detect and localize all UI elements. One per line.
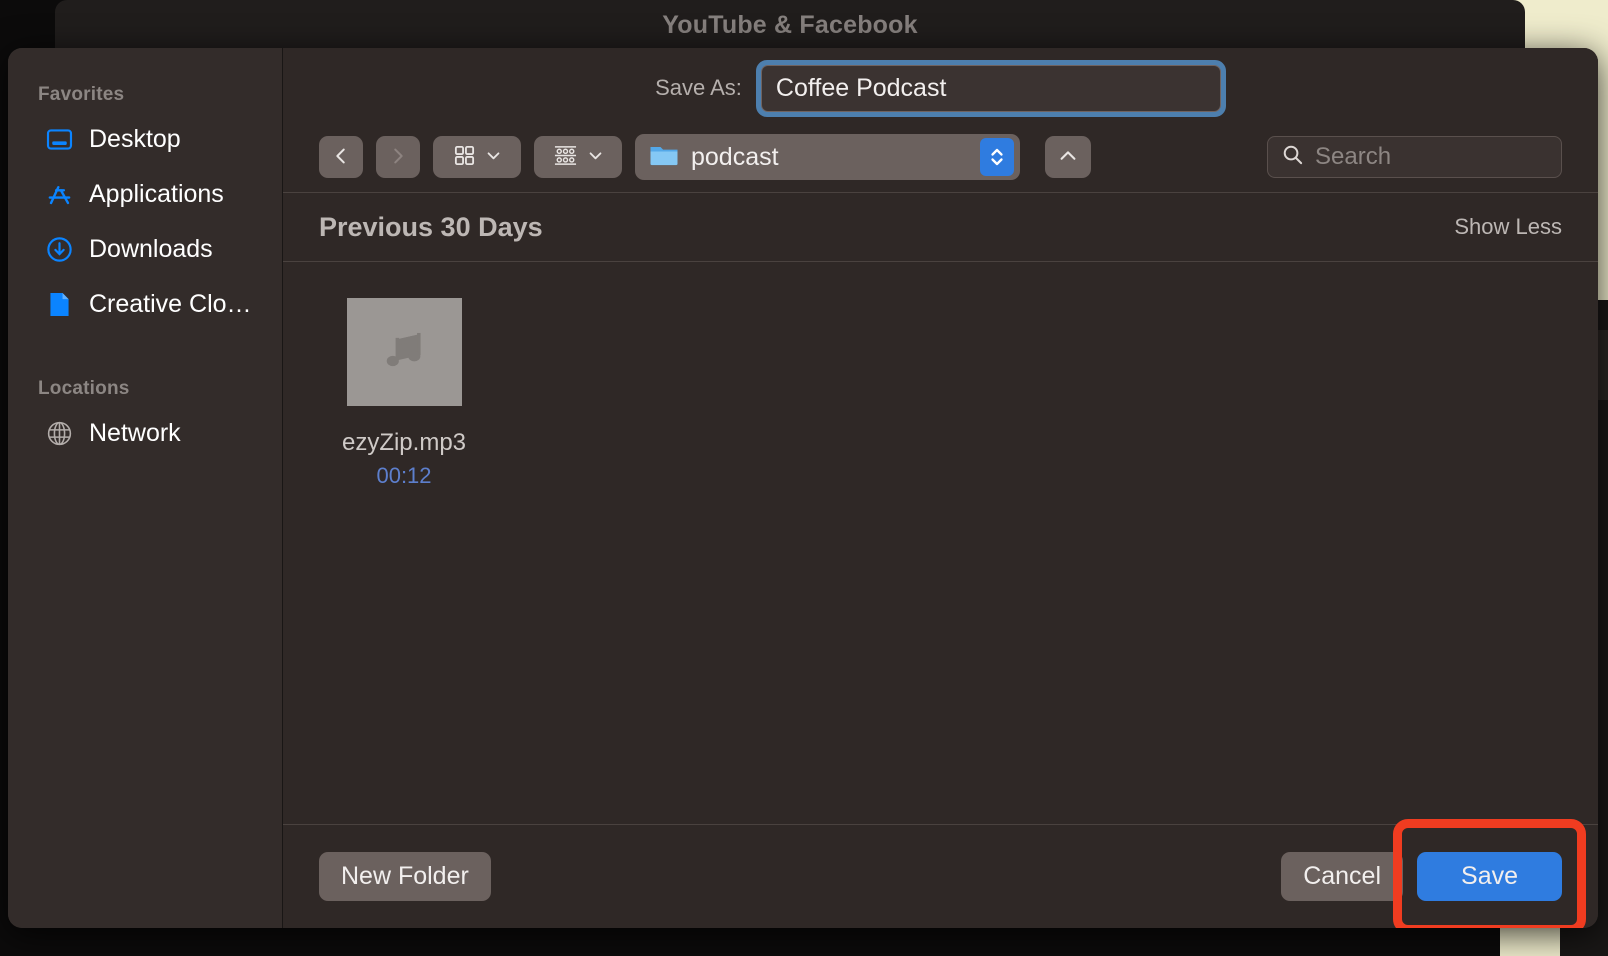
folder-icon: [649, 142, 679, 172]
dialog-main: Save As:: [283, 48, 1598, 928]
group-view-icon: [553, 144, 578, 170]
grid-view-icon: [453, 144, 476, 170]
save-button[interactable]: Save: [1417, 852, 1562, 901]
chevron-up-icon: [1057, 145, 1079, 170]
sidebar-item-applications[interactable]: Applications: [8, 167, 282, 222]
file-name: ezyZip.mp3: [319, 429, 489, 457]
desktop-icon: [44, 125, 74, 155]
document-icon: [44, 290, 74, 320]
file-duration: 00:12: [319, 463, 489, 489]
music-note-icon: [376, 322, 432, 383]
save-as-label: Save As:: [655, 75, 742, 101]
sidebar-item-label: Network: [89, 419, 181, 448]
save-button-wrapper: Save: [1417, 852, 1562, 901]
chevron-down-icon: [587, 147, 604, 167]
filename-input[interactable]: [761, 65, 1221, 112]
sidebar-item-label: Desktop: [89, 125, 181, 154]
group-header: Previous 30 Days Show Less: [283, 192, 1598, 262]
search-placeholder: Search: [1315, 143, 1391, 171]
group-title: Previous 30 Days: [319, 212, 543, 243]
filename-field-wrapper: [756, 60, 1226, 117]
globe-icon: [44, 419, 74, 449]
save-as-row: Save As:: [283, 48, 1598, 122]
cancel-button[interactable]: Cancel: [1281, 852, 1403, 901]
back-button[interactable]: [319, 136, 363, 178]
location-label: podcast: [691, 143, 968, 172]
sidebar-item-label: Applications: [89, 180, 224, 209]
sidebar-item-network[interactable]: Network: [8, 406, 282, 461]
navigation-toolbar: podcast: [283, 122, 1598, 192]
sidebar-item-label: Creative Clo…: [89, 290, 252, 319]
chevron-down-icon: [485, 147, 502, 167]
applications-icon: [44, 180, 74, 210]
show-less-button[interactable]: Show Less: [1454, 214, 1562, 240]
search-field[interactable]: Search: [1267, 136, 1562, 178]
dialog-footer: New Folder Cancel Save: [283, 824, 1598, 928]
downloads-icon: [44, 235, 74, 265]
new-folder-button[interactable]: New Folder: [319, 852, 491, 901]
up-down-stepper-icon[interactable]: [980, 138, 1014, 176]
location-popup-button[interactable]: podcast: [635, 134, 1020, 180]
chevron-left-icon: [330, 145, 352, 170]
file-thumbnail: [347, 298, 462, 406]
screen: YouTube & Facebook Favorites Desktop: [0, 0, 1608, 956]
save-dialog: Favorites Desktop: [8, 48, 1598, 928]
sidebar-section-header-locations: Locations: [8, 378, 282, 406]
icon-view-button[interactable]: [433, 136, 521, 178]
group-by-button[interactable]: [534, 136, 622, 178]
sidebar-item-label: Downloads: [89, 235, 213, 264]
background-window-title: YouTube & Facebook: [55, 0, 1525, 50]
sidebar-item-creative-cloud[interactable]: Creative Clo…: [8, 277, 282, 332]
sidebar-item-downloads[interactable]: Downloads: [8, 222, 282, 277]
forward-button[interactable]: [376, 136, 420, 178]
search-icon: [1281, 143, 1304, 171]
sidebar: Favorites Desktop: [8, 48, 283, 928]
file-item[interactable]: ezyZip.mp3 00:12: [319, 298, 489, 489]
parent-folder-button[interactable]: [1045, 136, 1091, 178]
sidebar-item-desktop[interactable]: Desktop: [8, 112, 282, 167]
file-browser-area: ezyZip.mp3 00:12: [283, 262, 1598, 824]
sidebar-section-header-favorites: Favorites: [8, 84, 282, 112]
chevron-right-icon: [387, 145, 409, 170]
